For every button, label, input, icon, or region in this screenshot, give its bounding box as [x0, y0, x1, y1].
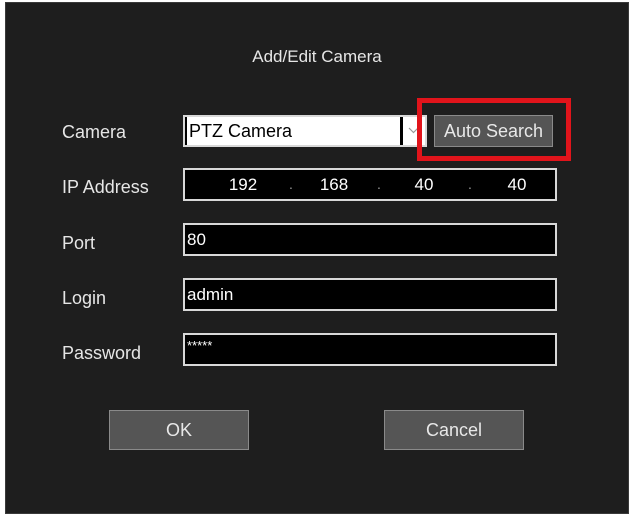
ok-button[interactable]: OK	[109, 410, 249, 450]
camera-select[interactable]: PTZ Camera	[183, 115, 427, 147]
login-label: Login	[62, 288, 107, 308]
cancel-button[interactable]: Cancel	[384, 410, 524, 450]
ip-separator: .	[377, 176, 381, 192]
port-field[interactable]: 80	[183, 223, 557, 256]
password-label: Password	[62, 343, 142, 363]
add-edit-camera-dialog: Add/Edit Camera Camera PTZ Camera Auto S…	[5, 2, 629, 514]
ip-address-label: IP Address	[62, 177, 149, 197]
camera-label: Camera	[62, 122, 127, 142]
login-field[interactable]: admin	[183, 278, 557, 311]
ip-octet-3[interactable]: 40	[404, 170, 444, 199]
ip-octet-2[interactable]: 168	[314, 170, 354, 199]
auto-search-highlight-box	[417, 98, 571, 161]
ip-separator: .	[468, 176, 472, 192]
ip-address-field[interactable]: 192 . 168 . 40 . 40	[183, 168, 557, 201]
ip-separator: .	[289, 176, 293, 192]
dialog-title: Add/Edit Camera	[252, 47, 382, 66]
password-field[interactable]: *****	[183, 333, 557, 366]
camera-select-value: PTZ Camera	[187, 117, 400, 145]
ip-octet-1[interactable]: 192	[223, 170, 263, 199]
port-label: Port	[62, 233, 96, 253]
ip-octet-4[interactable]: 40	[497, 170, 537, 199]
